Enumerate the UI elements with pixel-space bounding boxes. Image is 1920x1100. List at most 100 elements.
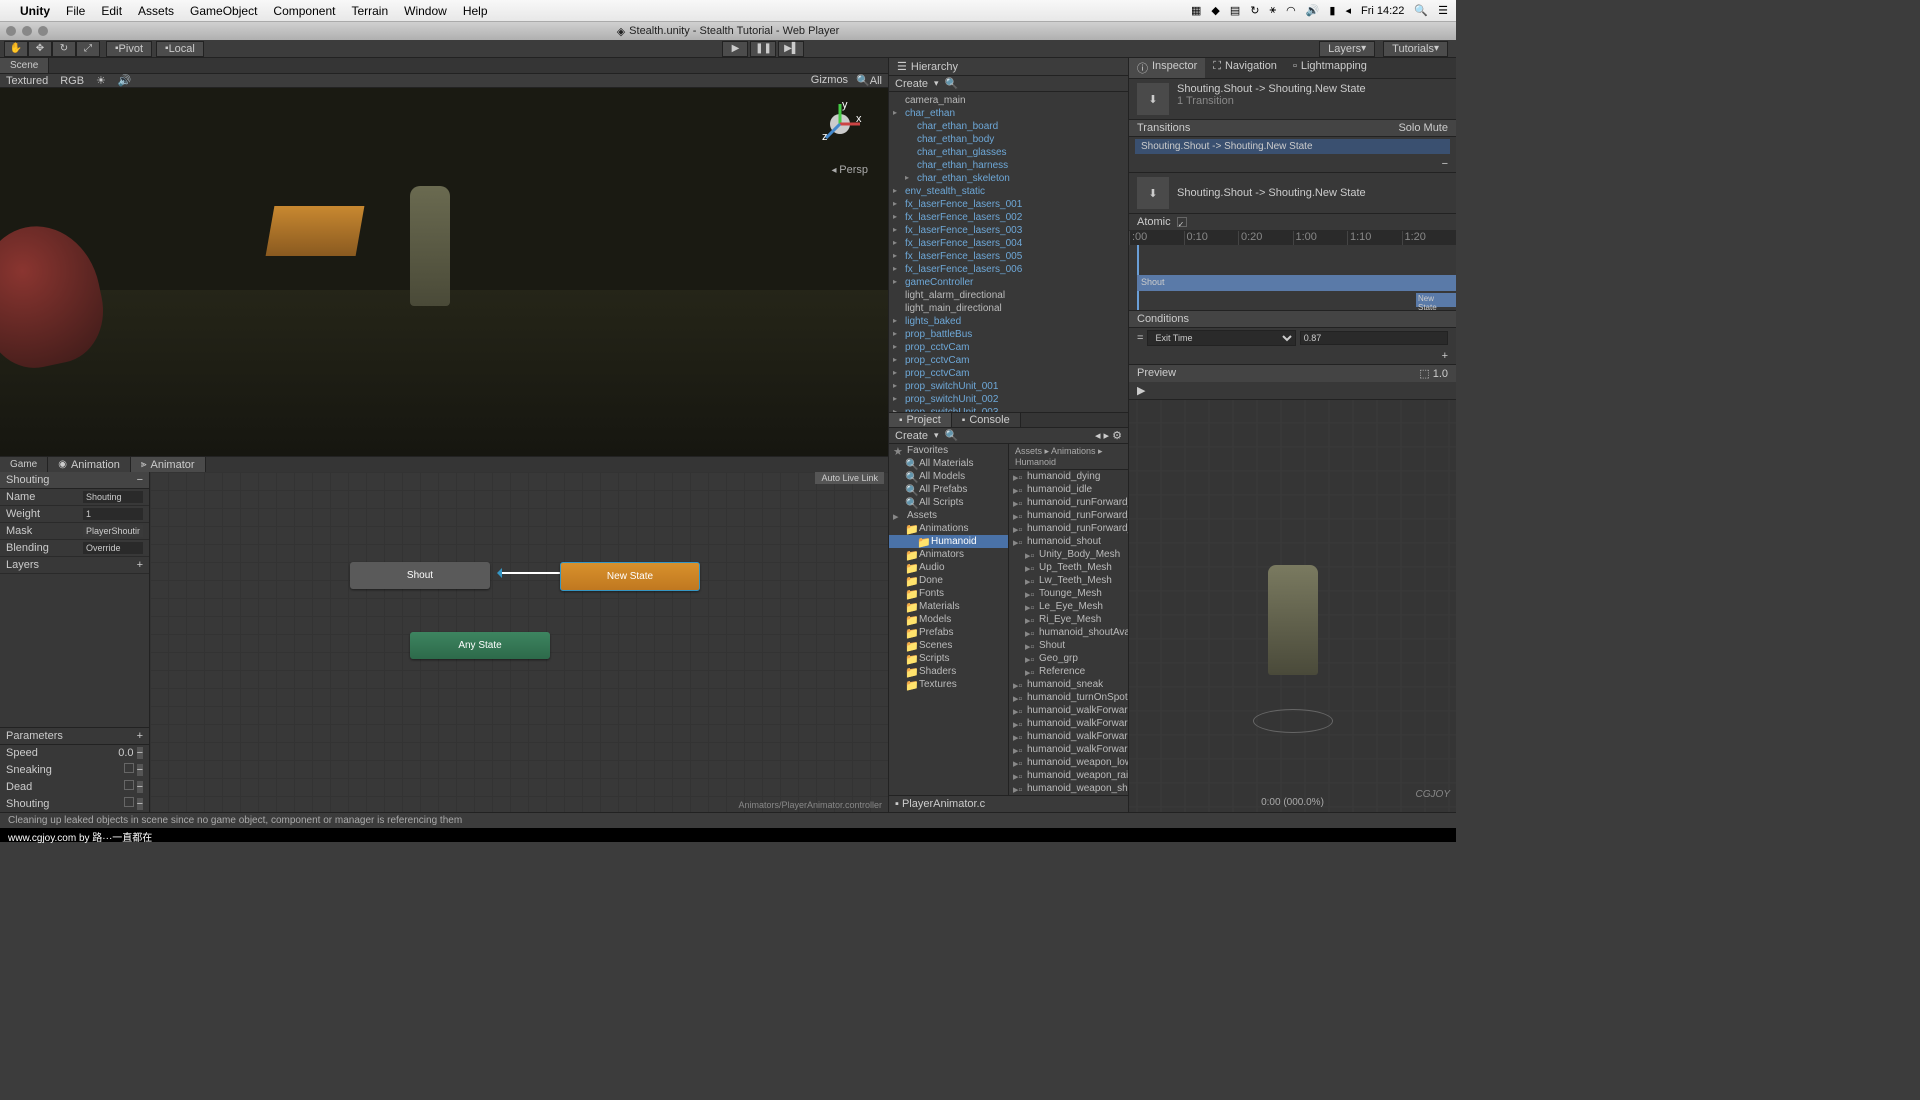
search-scene[interactable]: 🔍All [856, 74, 882, 87]
menu-terrain[interactable]: Terrain [351, 4, 388, 18]
name-input[interactable] [83, 491, 143, 503]
clip-shout[interactable]: Shout [1137, 275, 1456, 291]
hierarchy-item[interactable]: ▸prop_switchUnit_001 [889, 380, 1128, 393]
hierarchy-item[interactable]: ▸fx_laserFence_lasers_005 [889, 250, 1128, 263]
hierarchy-item[interactable]: char_ethan_board [889, 120, 1128, 133]
animator-graph[interactable]: Auto Live Link Shout New State Any State… [150, 472, 888, 812]
state-any[interactable]: Any State [410, 632, 550, 659]
project-item[interactable]: ▸▫Le_Eye_Mesh [1009, 600, 1128, 613]
condition-value[interactable] [1300, 331, 1448, 345]
mask-input[interactable] [83, 525, 143, 537]
hierarchy-item[interactable]: ▸prop_switchUnit_002 [889, 393, 1128, 406]
menu-window[interactable]: Window [404, 4, 447, 18]
hand-tool-button[interactable]: ✋ [4, 41, 28, 57]
project-item[interactable]: ▸▫humanoid_runForward_t [1009, 522, 1128, 535]
tab-scene[interactable]: Scene [0, 58, 49, 73]
add-condition-button[interactable]: + [1442, 350, 1448, 362]
layer-name[interactable]: Shouting [6, 474, 49, 486]
status-icon[interactable]: ▦ [1191, 4, 1201, 17]
tab-project[interactable]: ▪ Project [889, 413, 952, 427]
search-icon[interactable]: 🔍 [945, 77, 959, 90]
pivot-toggle[interactable]: ▪Pivot [106, 41, 152, 57]
project-item[interactable]: ▸▫humanoid_walkForward_f [1009, 704, 1128, 717]
hierarchy-item[interactable]: ▸env_stealth_static [889, 185, 1128, 198]
project-item[interactable]: ▸▫Geo_grp [1009, 652, 1128, 665]
project-item[interactable]: 📁Models [889, 613, 1008, 626]
hierarchy-item[interactable]: ▸fx_laserFence_lasers_006 [889, 263, 1128, 276]
tab-inspector[interactable]: ⓘ Inspector [1129, 58, 1205, 78]
menu-unity[interactable]: Unity [20, 4, 50, 18]
project-item[interactable]: 📁Animators [889, 548, 1008, 561]
tab-console[interactable]: ▪ Console [952, 413, 1021, 427]
project-item[interactable]: 📁Shaders [889, 665, 1008, 678]
hierarchy-item[interactable]: ▸prop_cctvCam [889, 341, 1128, 354]
project-item[interactable]: ▸▫humanoid_walkForward_t [1009, 730, 1128, 743]
project-item[interactable]: ▸▫humanoid_sneak [1009, 678, 1128, 691]
hierarchy-item[interactable]: char_ethan_body [889, 133, 1128, 146]
menu-component[interactable]: Component [273, 4, 335, 18]
hierarchy-item[interactable]: ▸prop_cctvCam [889, 354, 1128, 367]
status-icon[interactable]: ◆ [1211, 4, 1219, 17]
project-item[interactable]: ▸▫humanoid_runForward_f [1009, 496, 1128, 509]
tab-animator[interactable]: ⫸ Animator [131, 457, 206, 472]
project-item[interactable]: ▸▫humanoid_dying [1009, 470, 1128, 483]
project-item[interactable]: ▸▫humanoid_weapon_shoot [1009, 782, 1128, 795]
play-button[interactable]: ▶ [722, 41, 748, 57]
param-row[interactable]: Sneaking − [0, 761, 149, 778]
menu-edit[interactable]: Edit [101, 4, 122, 18]
hierarchy-item[interactable]: ▸char_ethan [889, 107, 1128, 120]
add-layer-button[interactable]: + [137, 559, 143, 571]
clock[interactable]: Fri 14:22 [1361, 5, 1404, 17]
project-item[interactable]: ▸▫humanoid_weapon_raise [1009, 769, 1128, 782]
project-item[interactable]: 🔍All Scripts [889, 496, 1008, 509]
hierarchy-item[interactable]: camera_main [889, 94, 1128, 107]
hierarchy-item[interactable]: ▸gameController [889, 276, 1128, 289]
status-icon[interactable]: ◂ [1345, 4, 1351, 17]
tab-game[interactable]: Game [0, 457, 48, 472]
project-item[interactable]: ▸▫humanoid_shout [1009, 535, 1128, 548]
hierarchy-item[interactable]: ▸fx_laserFence_lasers_002 [889, 211, 1128, 224]
project-item[interactable]: 📁Done [889, 574, 1008, 587]
param-row[interactable]: Speed0.0 − [0, 745, 149, 761]
project-item[interactable]: ▸▫Lw_Teeth_Mesh [1009, 574, 1128, 587]
rgb-dropdown[interactable]: RGB [60, 75, 84, 87]
audio-toggle[interactable]: 🔊 [118, 74, 132, 87]
condition-select[interactable]: Exit Time [1147, 330, 1295, 346]
transition-timeline[interactable]: :000:100:201:001:101:20 Shout New State [1129, 231, 1456, 311]
tab-navigation[interactable]: ⛶ Navigation [1205, 58, 1285, 78]
menu-icon[interactable]: ☰ [1438, 4, 1448, 17]
hierarchy-create[interactable]: Create [895, 78, 928, 90]
project-item[interactable]: ▸▫Tounge_Mesh [1009, 587, 1128, 600]
atomic-checkbox[interactable] [1177, 217, 1187, 227]
wifi-icon[interactable]: ◠ [1286, 4, 1296, 17]
project-item[interactable]: 📁Prefabs [889, 626, 1008, 639]
transition-arrow[interactable] [500, 572, 560, 574]
local-toggle[interactable]: ▪Local [156, 41, 204, 57]
gizmos-dropdown[interactable]: Gizmos [811, 74, 848, 87]
param-row[interactable]: Shouting − [0, 795, 149, 812]
remove-button[interactable]: − [1442, 158, 1448, 170]
bluetooth-icon[interactable]: ⚹ [1269, 4, 1276, 17]
project-item[interactable]: 🔍All Materials [889, 457, 1008, 470]
project-item[interactable]: ▸▫humanoid_walkForward_t [1009, 743, 1128, 756]
preview-viewport[interactable]: 0:00 (000.0%) CGJOY [1129, 400, 1456, 812]
tab-animation[interactable]: ◉ Animation [48, 457, 131, 472]
search-icon[interactable]: 🔍 [945, 429, 959, 442]
orientation-gizmo[interactable]: y x z [816, 100, 864, 148]
project-item[interactable]: ▸▫Shout [1009, 639, 1128, 652]
project-item[interactable]: ▸▫Up_Teeth_Mesh [1009, 561, 1128, 574]
search-icon[interactable]: 🔍 [1414, 4, 1428, 17]
project-item[interactable]: ▸▫Unity_Body_Mesh [1009, 548, 1128, 561]
preview-play-button[interactable]: ▶ [1137, 385, 1145, 397]
traffic-lights[interactable] [6, 26, 48, 36]
hierarchy-item[interactable]: ▸prop_battleBus [889, 328, 1128, 341]
hierarchy-item[interactable]: ▸char_ethan_skeleton [889, 172, 1128, 185]
project-create[interactable]: Create [895, 430, 928, 442]
hierarchy-item[interactable]: ▸prop_switchUnit_003 [889, 406, 1128, 412]
layers-dropdown[interactable]: Layers ▾ [1319, 41, 1375, 57]
project-item[interactable]: 📁Materials [889, 600, 1008, 613]
menu-gameobject[interactable]: GameObject [190, 4, 257, 18]
project-item[interactable]: ▸▫humanoid_shoutAvata [1009, 626, 1128, 639]
battery-icon[interactable]: ▮ [1329, 4, 1335, 17]
project-item[interactable]: ▸▫humanoid_turnOnSpot [1009, 691, 1128, 704]
